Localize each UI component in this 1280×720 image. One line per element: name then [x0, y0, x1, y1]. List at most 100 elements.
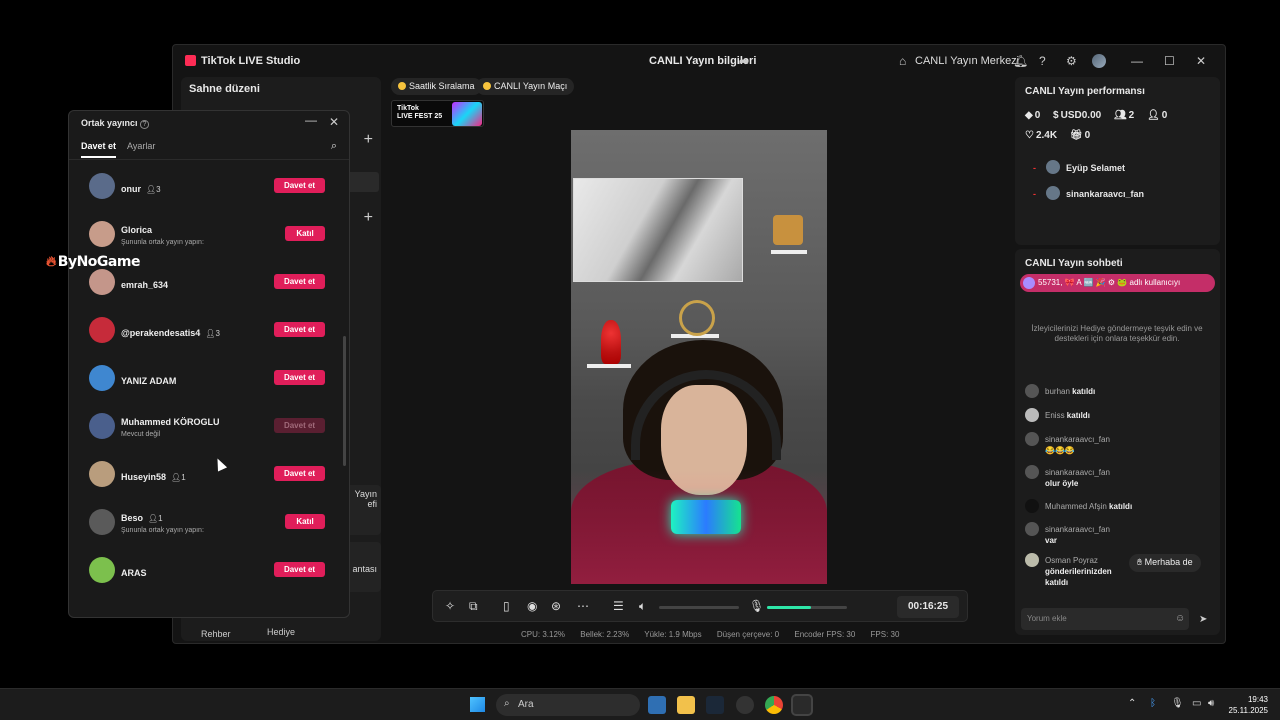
cohost-list-item[interactable]: ARAS Davet et — [89, 553, 325, 593]
widgets-app-icon[interactable] — [648, 696, 666, 714]
volume-icon[interactable]: 🔊︎ — [1208, 698, 1214, 709]
settings-sliders-icon[interactable]: ☰ — [613, 599, 624, 613]
cohost-list-item[interactable]: onur 👤︎3 Davet et — [89, 169, 325, 209]
clock-date: 25.11.2025 — [1228, 706, 1268, 715]
cohost-list-item[interactable]: Beso 👤︎1 Şununla ortak yayın yapın: Katıl — [89, 505, 325, 545]
cohost-list-item[interactable]: Glorica Şununla ortak yayın yapın: Katıl — [89, 217, 325, 257]
viewer-row[interactable]: - Eyüp Selamet — [1033, 160, 1125, 174]
dropped-frames-stat: Düşen çerçeve: 0 — [716, 630, 780, 639]
profile-avatar[interactable] — [1092, 54, 1106, 68]
share-icon[interactable]: ➦ — [739, 54, 749, 68]
clock[interactable]: 19:43 25.11.2025 — [1226, 694, 1268, 716]
record-icon[interactable]: ◉ — [527, 599, 537, 613]
chrome-icon[interactable] — [765, 696, 783, 714]
app-icon[interactable] — [736, 696, 754, 714]
mic-icon[interactable]: 🎙︎ — [1171, 698, 1184, 709]
join-button[interactable]: Katıl — [285, 514, 325, 529]
cohost-list-item[interactable]: YANIZ ADAM Davet et — [89, 361, 325, 401]
chat-user: Muhammed Afşin — [1045, 502, 1107, 511]
shelf — [587, 364, 631, 368]
follower-count: 1 — [158, 514, 163, 523]
invite-button[interactable]: Davet et — [274, 274, 325, 289]
capture-icon[interactable]: ⊛ — [551, 599, 561, 613]
chevron-up-icon[interactable]: ⌃ — [1128, 698, 1136, 709]
tiktok-live-icon[interactable] — [793, 696, 811, 714]
scrollbar[interactable] — [343, 336, 346, 466]
join-button[interactable]: Katıl — [285, 226, 325, 241]
invite-button[interactable]: Davet et — [274, 322, 325, 337]
help-icon[interactable]: ? — [1039, 54, 1046, 68]
add-scene-icon[interactable]: + — [364, 131, 373, 149]
vertical-mode-icon[interactable]: ▯ — [503, 599, 510, 613]
chat-user: sinankaraavcı_fan — [1045, 435, 1110, 444]
cohost-list-item[interactable]: @perakendesatis4 👤︎3 Davet et — [89, 313, 325, 353]
close-icon[interactable]: ✕ — [1196, 54, 1206, 68]
network-icon[interactable]: ▭ — [1192, 698, 1201, 709]
avatar — [1025, 522, 1039, 536]
invite-button[interactable]: Davet et — [274, 466, 325, 481]
ferris-wheel-figure — [679, 300, 715, 336]
windows-start-icon[interactable] — [470, 697, 485, 712]
tab-settings[interactable]: Ayarlar — [127, 141, 155, 151]
invite-button[interactable]: Davet et — [274, 370, 325, 385]
chat-text: katıldı — [1066, 411, 1090, 420]
emoji-icon[interactable]: ☺ — [1175, 613, 1185, 624]
hourly-ranking-chip[interactable]: Saatlik Sıralama — [391, 78, 482, 95]
cohost-name-text: Huseyin58 — [121, 472, 167, 482]
avatar — [1025, 384, 1039, 398]
live-match-label: CANLI Yayın Maçı — [494, 81, 568, 91]
hourly-ranking-label: Saatlik Sıralama — [409, 81, 475, 91]
help-icon[interactable]: ? — [139, 120, 150, 129]
say-hello-button[interactable]: ✋︎ Merhaba de — [1129, 554, 1201, 572]
invite-button[interactable]: Davet et — [274, 562, 325, 577]
speaker-volume-slider[interactable] — [659, 606, 739, 609]
more-icon[interactable]: ⋯ — [577, 599, 589, 613]
cohost-status: Mevcut değil — [121, 431, 161, 438]
cohost-list-item[interactable]: emrah_634 Davet et — [89, 265, 325, 305]
person-icon: 👤︎ — [146, 185, 157, 194]
cohost-list-item[interactable]: Muhammed KÖROGLU Mevcut değil Davet et — [89, 409, 325, 449]
invite-button[interactable]: Davet et — [274, 178, 325, 193]
scene-title: Sahne düzeni — [189, 83, 260, 95]
bluetooth-icon[interactable]: ᛒ — [1150, 698, 1156, 709]
bell-icon[interactable]: 🔔︎ — [1013, 54, 1028, 68]
pinned-message[interactable]: 55731, 🎀 A 🆕 🎉 ⚙ 🐸 adlı kullanıcıyı — [1020, 274, 1215, 292]
invite-button[interactable]: Davet et — [274, 418, 325, 433]
live-hub-link[interactable]: CANLI Yayın Merkezi — [915, 55, 1019, 67]
mic-icon[interactable]: 🎙︎ — [749, 599, 764, 613]
add-layer-icon[interactable]: ⧉ — [469, 599, 478, 614]
minimize-icon[interactable]: — — [305, 113, 317, 127]
send-icon[interactable]: ➤ — [1199, 614, 1207, 625]
comment-input[interactable]: Yorum ekle — [1021, 608, 1189, 630]
search-icon[interactable]: ⌕ — [331, 140, 337, 153]
file-explorer-icon[interactable] — [677, 696, 695, 714]
search-icon: ⌕ — [504, 698, 510, 709]
person-icon: 👤︎ — [148, 514, 159, 523]
clock-time: 19:43 — [1247, 695, 1268, 704]
viewer-row[interactable]: - sinankaraavcı_fan — [1033, 186, 1144, 200]
person-icon: 👤︎ — [171, 473, 182, 482]
gift-tab[interactable]: Hediye — [267, 627, 295, 637]
gear-icon[interactable]: ⚙ — [1066, 54, 1077, 68]
add-source-icon[interactable]: + — [364, 209, 373, 227]
chat-user: sinankaraavcı_fan — [1045, 525, 1110, 534]
close-icon[interactable]: ✕ — [329, 115, 339, 129]
cohost-list-item[interactable]: Huseyin58 👤︎1 Davet et — [89, 457, 325, 497]
maximize-icon[interactable]: ☐ — [1164, 54, 1175, 68]
live-fest-badge[interactable]: TikTok LIVE FEST 25 — [391, 100, 484, 127]
cohost-name: Muhammed KÖROGLU — [121, 417, 220, 427]
speaker-icon[interactable]: 🔈︎ — [639, 599, 646, 614]
tab-invite[interactable]: Davet et — [81, 141, 116, 151]
live-match-chip[interactable]: CANLI Yayın Maçı — [476, 78, 575, 95]
home-icon[interactable]: ⌂ — [899, 54, 906, 68]
steam-icon[interactable] — [706, 696, 724, 714]
chat-user: burhan — [1045, 387, 1070, 396]
minimize-icon[interactable]: — — [1131, 54, 1143, 68]
chat-title: CANLI Yayın sohbeti — [1025, 258, 1123, 269]
magic-wand-icon[interactable]: ✧ — [445, 599, 455, 613]
fps-stat: FPS: 30 — [870, 630, 900, 639]
taskbar-search-label: Ara — [518, 699, 534, 710]
avatar — [89, 365, 115, 391]
guide-tab[interactable]: Rehber — [201, 629, 231, 639]
taskbar-search[interactable]: ⌕ Ara — [496, 694, 640, 716]
